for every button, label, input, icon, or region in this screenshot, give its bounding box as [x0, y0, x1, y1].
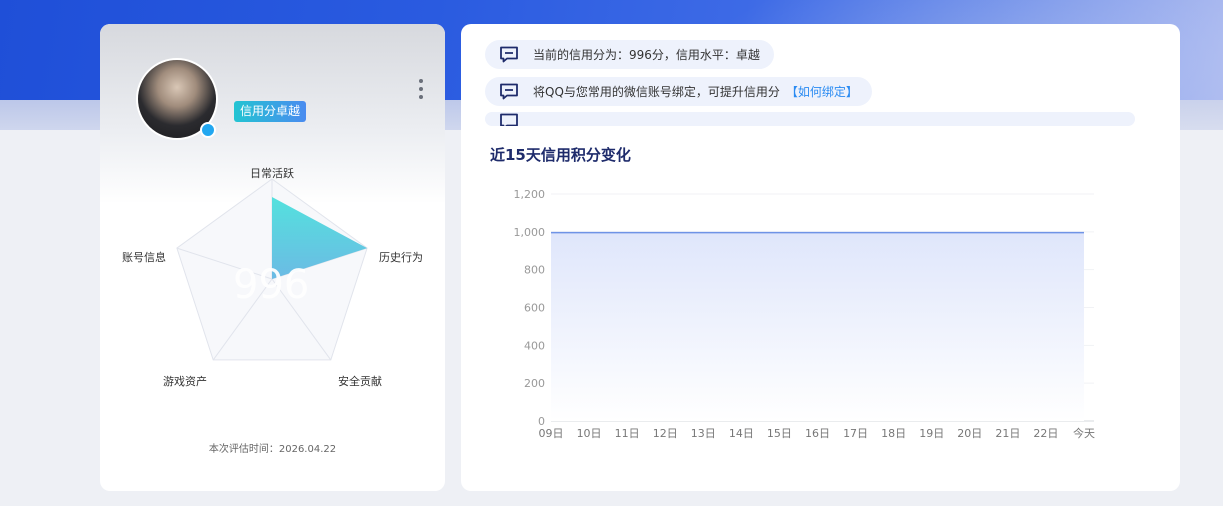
credit-line-chart: 02004006008001,0001,200 09日 10日 11日 12日 13日 1… [514, 188, 1096, 440]
x-tick-label: 21日 [995, 427, 1020, 440]
x-tick-label: 18日 [881, 427, 906, 440]
credit-radar-chart: 日常活跃 历史行为 安全贡献 游戏资产 账号信息 996 [100, 154, 445, 424]
notice-text: 将QQ与您常用的微信账号绑定，可提升信用分 [533, 85, 780, 99]
message-icon [500, 83, 518, 100]
x-tick-label: 15日 [767, 427, 792, 440]
message-icon [500, 113, 518, 126]
radar-label-account-info: 账号信息 [122, 251, 166, 264]
evaluation-time: 本次评估时间：2026.04.22 [208, 444, 337, 455]
x-tick-label: 19日 [919, 427, 944, 440]
notice-current-score: 当前的信用分为：996分，信用水平：卓越 [485, 40, 774, 69]
x-tick-label: 10日 [577, 427, 602, 440]
y-tick-label: 1,200 [514, 188, 546, 201]
x-tick-label: 13日 [691, 427, 716, 440]
x-tick-label: 20日 [957, 427, 982, 440]
y-tick-label: 200 [524, 377, 545, 390]
y-tick-label: 800 [524, 264, 545, 277]
how-to-bind-link[interactable]: 【如何绑定】 [786, 83, 858, 100]
x-tick-label: 16日 [805, 427, 830, 440]
credit-history-card: 当前的信用分为：996分，信用水平：卓越 将QQ与您常用的微信账号绑定，可提升信… [461, 24, 1180, 491]
message-icon [500, 46, 518, 63]
credit-score: 996 [233, 262, 310, 308]
x-tick-label: 09日 [539, 427, 564, 440]
notice-text: 当前的信用分为：996分，信用水平：卓越 [533, 48, 760, 62]
radar-label-daily-active: 日常活跃 [250, 167, 294, 180]
x-tick-label: 11日 [615, 427, 640, 440]
x-tick-label: 今天 [1073, 426, 1095, 440]
notice-bind-wechat: 将QQ与您常用的微信账号绑定，可提升信用分 【如何绑定】 [485, 77, 872, 106]
series-area [551, 232, 1084, 421]
profile-card: 信用分卓越 日常活跃 历史行为 安全贡献 游戏资产 账号信息 996 本次评估时… [100, 24, 445, 491]
notice-scrolling [485, 112, 1135, 126]
x-tick-label: 12日 [653, 427, 678, 440]
x-tick-label: 22日 [1033, 427, 1058, 440]
y-tick-label: 1,000 [514, 226, 546, 239]
y-tick-label: 600 [524, 302, 545, 315]
y-tick-label: 400 [524, 339, 545, 352]
radar-label-security: 安全贡献 [338, 375, 382, 388]
qq-icon [200, 122, 216, 138]
credit-level-badge: 信用分卓越 [234, 101, 307, 122]
radar-label-history: 历史行为 [379, 251, 423, 264]
more-options-icon[interactable] [416, 79, 426, 99]
x-tick-label: 14日 [729, 427, 754, 440]
chart-title: 近15天信用积分变化 [490, 146, 631, 164]
radar-label-game-assets: 游戏资产 [163, 375, 207, 388]
x-tick-label: 17日 [843, 427, 868, 440]
